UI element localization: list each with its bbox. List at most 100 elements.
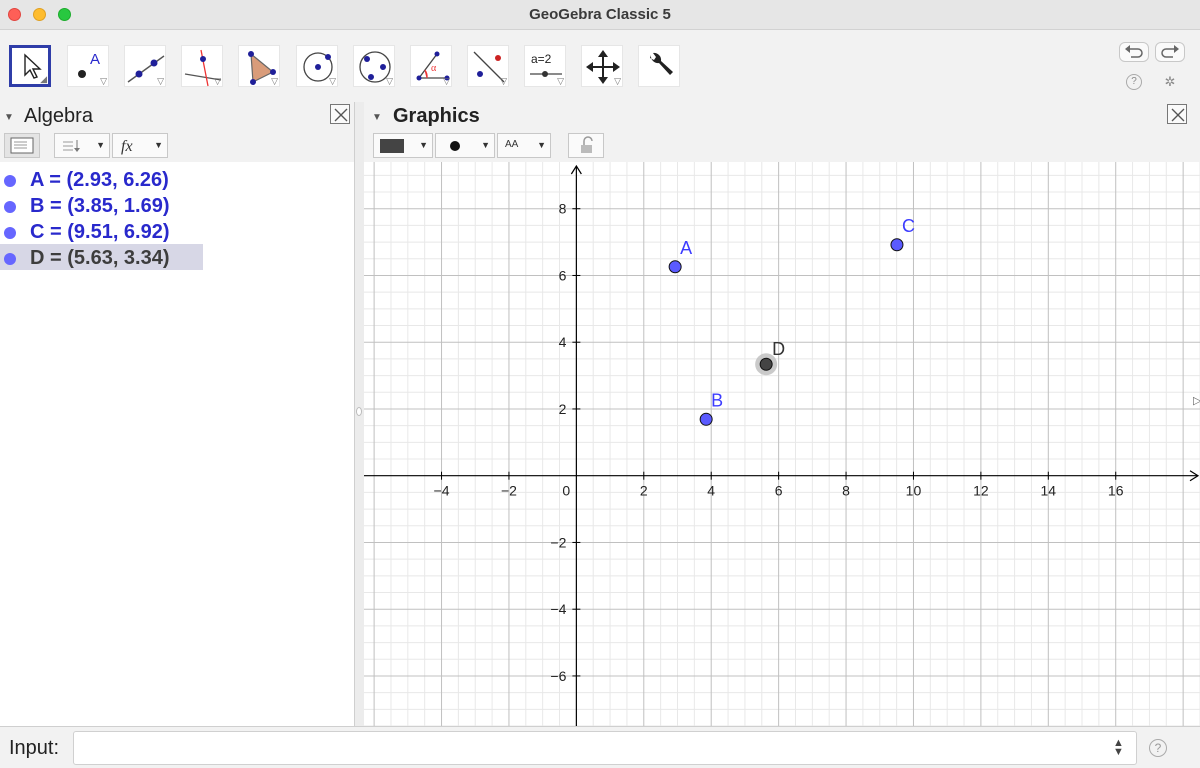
input-history-stepper[interactable]: ▲ ▼ xyxy=(1113,738,1124,758)
slider-tool-button[interactable]: a=2 ▽ xyxy=(524,45,566,87)
reflect-tool-button[interactable]: ▽ xyxy=(467,45,509,87)
move-graphics-tool-button[interactable]: ▽ xyxy=(581,45,623,87)
graphics-panel-header: ▼ Graphics xyxy=(364,102,1200,130)
algebra-item[interactable]: C = (9.51, 6.92) xyxy=(0,218,354,244)
customize-toolbar-button[interactable] xyxy=(638,45,680,87)
close-graphics-button[interactable] xyxy=(1167,104,1187,124)
y-tick-label: 4 xyxy=(559,334,567,350)
close-icon xyxy=(1171,108,1185,122)
description-mode-dropdown[interactable]: fx ▼ xyxy=(112,133,168,158)
font-size-icon: AA xyxy=(505,139,519,150)
input-bar: Input: ▲ ▼ ? xyxy=(0,726,1200,768)
algebra-panel-header: ▼ Algebra xyxy=(0,102,356,130)
angle-tool-button[interactable]: α ▽ xyxy=(410,45,452,87)
title-bar: GeoGebra Classic 5 xyxy=(0,0,1200,30)
input-label: Input: xyxy=(9,737,60,759)
divider-handle[interactable] xyxy=(356,407,362,416)
x-tick-label: 0 xyxy=(562,483,570,499)
x-tick-label: −4 xyxy=(434,483,450,499)
x-tick-label: 14 xyxy=(1041,483,1057,499)
x-tick-label: 6 xyxy=(775,483,783,499)
point-style-dropdown[interactable]: ▼ xyxy=(435,133,495,158)
x-tick-label: −2 xyxy=(501,483,517,499)
line-tool-button[interactable]: ▽ xyxy=(124,45,166,87)
window-title: GeoGebra Classic 5 xyxy=(529,6,671,23)
coordinate-plane[interactable]: −4 −2 0 2 4 6 8 10 12 14 16 8 6 4 2 −2 −4 −6 A B C D xyxy=(364,162,1200,726)
input-field[interactable] xyxy=(73,731,1137,765)
algebra-item[interactable]: B = (3.85, 1.69) xyxy=(0,192,354,218)
polygon-tool-button[interactable]: ▽ xyxy=(238,45,280,87)
close-icon xyxy=(334,108,348,122)
undo-icon xyxy=(1125,45,1143,58)
y-tick-label: 2 xyxy=(559,401,567,417)
algebra-item-text: B = (3.85, 1.69) xyxy=(30,195,170,217)
list-view-icon xyxy=(10,137,34,154)
point-b[interactable] xyxy=(699,412,713,426)
visibility-toggle-icon[interactable] xyxy=(4,227,16,239)
svg-text:fx: fx xyxy=(121,138,133,155)
input-help-icon[interactable]: ? xyxy=(1149,739,1167,757)
point-label-d: D xyxy=(772,339,785,359)
graphics-view[interactable]: −4 −2 0 2 4 6 8 10 12 14 16 8 6 4 2 −2 −4 −6 A B C D xyxy=(364,162,1200,726)
undo-button[interactable] xyxy=(1119,42,1149,62)
algebra-item-text: C = (9.51, 6.92) xyxy=(30,221,170,243)
point-c[interactable] xyxy=(890,238,904,252)
visibility-toggle-icon[interactable] xyxy=(4,201,16,213)
algebra-style-bar: ▼ fx ▼ xyxy=(0,130,356,162)
help-icon[interactable]: ? xyxy=(1126,74,1142,90)
point-tool-glyph: A xyxy=(90,51,100,68)
geogebra-window: GeoGebra Classic 5 ◢ A ▽ ▽ ▽ ▽ ▽ ▽ α ▽ ▽… xyxy=(0,0,1200,768)
toolbar: ◢ A ▽ ▽ ▽ ▽ ▽ ▽ α ▽ ▽ a=2 ▽ ▽ ? ✲ xyxy=(0,30,1200,102)
move-tool-button[interactable]: ◢ xyxy=(9,45,51,87)
function-fx-icon: fx xyxy=(121,138,133,155)
visibility-toggle-icon[interactable] xyxy=(4,253,16,265)
expand-right-icon[interactable]: ▷ xyxy=(1193,394,1200,407)
algebra-item-text: D = (5.63, 3.34) xyxy=(30,247,170,269)
fix-object-toggle[interactable] xyxy=(568,133,604,158)
y-tick-label: 6 xyxy=(559,267,567,283)
graphics-title: Graphics xyxy=(393,105,480,127)
collapse-triangle-icon[interactable]: ▼ xyxy=(372,112,382,123)
algebra-item[interactable]: D = (5.63, 3.34) xyxy=(0,244,203,270)
x-tick-label: 8 xyxy=(842,483,850,499)
y-tick-label: 8 xyxy=(559,201,567,217)
x-tick-label: 2 xyxy=(640,483,648,499)
algebra-title: Algebra xyxy=(24,105,93,127)
label-style-dropdown[interactable]: AA ▼ xyxy=(497,133,551,158)
color-swatch xyxy=(380,139,404,153)
sort-by-dropdown[interactable]: ▼ xyxy=(54,133,110,158)
algebra-list: A = (2.93, 6.26) B = (3.85, 1.69) C = (9.5… xyxy=(0,162,354,726)
x-tick-label: 4 xyxy=(707,483,715,499)
graphics-style-bar: ▼ ▼ AA ▼ xyxy=(364,130,1200,162)
x-tick-label: 10 xyxy=(906,483,922,499)
auxiliary-objects-toggle[interactable] xyxy=(4,133,40,158)
point-label-c: C xyxy=(902,216,915,236)
angle-tool-glyph: α xyxy=(431,63,437,74)
point-d[interactable] xyxy=(759,357,773,371)
point-style-icon xyxy=(450,141,460,151)
redo-icon xyxy=(1161,45,1179,58)
y-tick-label: −2 xyxy=(550,534,566,550)
point-label-a: A xyxy=(680,238,692,258)
algebra-item[interactable]: A = (2.93, 6.26) xyxy=(0,166,354,192)
color-dropdown[interactable]: ▼ xyxy=(373,133,433,158)
point-tool-button[interactable]: A ▽ xyxy=(67,45,109,87)
algebra-item-text: A = (2.93, 6.26) xyxy=(30,169,169,191)
circle-center-point-tool-button[interactable]: ▽ xyxy=(296,45,338,87)
point-a[interactable] xyxy=(668,260,682,274)
x-tick-label: 12 xyxy=(973,483,989,499)
gear-icon[interactable]: ✲ xyxy=(1162,74,1178,90)
y-tick-label: −6 xyxy=(550,668,566,684)
close-algebra-button[interactable] xyxy=(330,104,350,124)
slider-tool-glyph: a=2 xyxy=(531,52,552,66)
visibility-toggle-icon[interactable] xyxy=(4,175,16,187)
redo-button[interactable] xyxy=(1155,42,1185,62)
sort-icon xyxy=(63,140,80,152)
wrench-icon xyxy=(650,52,673,75)
collapse-triangle-icon[interactable]: ▼ xyxy=(4,112,14,123)
y-tick-label: −4 xyxy=(550,601,566,617)
perpendicular-line-tool-button[interactable]: ▽ xyxy=(181,45,223,87)
x-tick-label: 16 xyxy=(1108,483,1124,499)
lock-open-icon xyxy=(581,136,593,153)
circle-three-points-tool-button[interactable]: ▽ xyxy=(353,45,395,87)
